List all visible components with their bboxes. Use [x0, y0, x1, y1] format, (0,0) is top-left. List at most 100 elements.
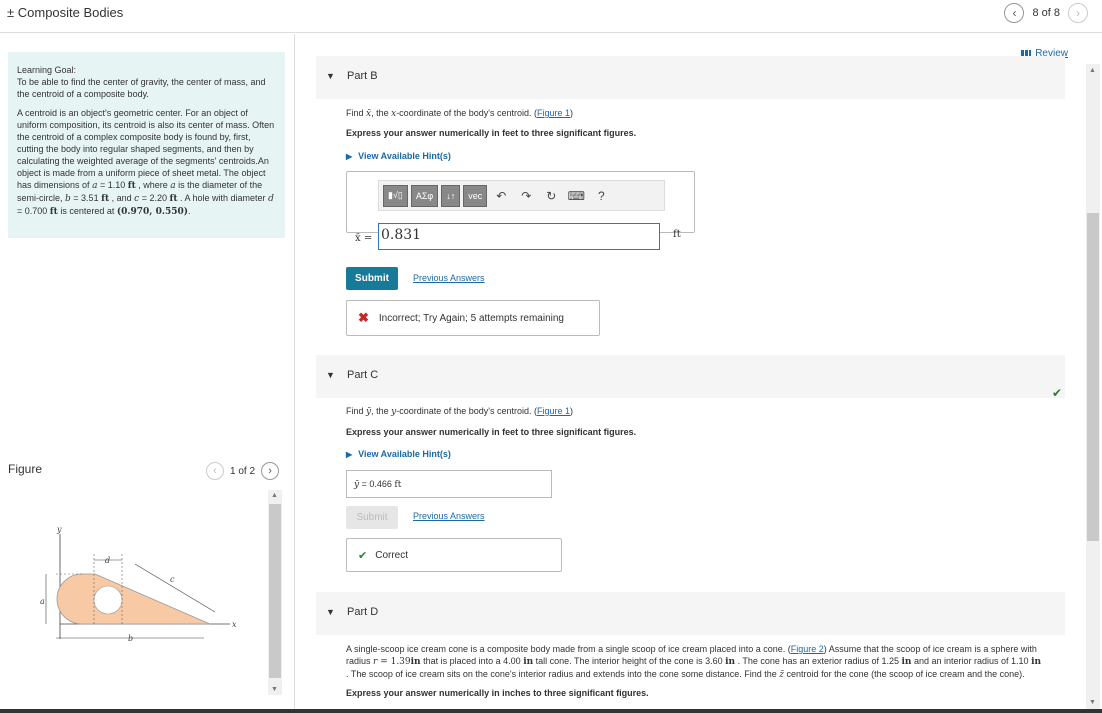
feedback-text: Incorrect; Try Again; 5 attempts remaini… — [378, 312, 564, 324]
learning-goal-text: Learning Goal: To be able to find the ce… — [17, 64, 276, 100]
part-c-hint-toggle[interactable]: ▶ View Available Hint(s) — [346, 449, 451, 459]
collapse-icon: ▼ — [326, 370, 335, 380]
greek-symbols-button[interactable]: ΑΣφ — [410, 184, 439, 207]
part-d-header[interactable]: ▼ Part D — [316, 592, 1065, 635]
text-where: , where — [135, 180, 171, 190]
part-d-instructions: Express your answer numerically in inche… — [346, 688, 649, 698]
figure-page-indicator: 1 of 2 — [230, 465, 256, 477]
answer-label: x̄ = — [355, 233, 373, 244]
next-figure-button[interactable]: › — [261, 462, 280, 480]
b-value: = 3.51 — [70, 193, 102, 203]
expand-arrow-icon: ▶ — [346, 450, 353, 459]
part-b-hint-toggle[interactable]: ▶ View Available Hint(s) — [346, 151, 451, 161]
feedback-correct: ✔ Correct — [346, 538, 562, 572]
reset-icon[interactable]: ↻ — [540, 185, 562, 207]
answer-input[interactable]: 0.831 — [378, 223, 660, 250]
prev-figure-button[interactable]: ‹ — [206, 462, 224, 480]
keyboard-icon[interactable]: ⌨ — [565, 185, 587, 207]
figure-label: Figure — [8, 462, 43, 476]
prev-item-button[interactable]: ‹ — [1004, 3, 1025, 23]
figure-image: y x d a c b — [20, 524, 260, 654]
text-centered: is centered at — [57, 206, 115, 216]
expand-arrow-icon: ▶ — [346, 152, 353, 161]
scroll-down-icon[interactable]: ▼ — [1089, 699, 1096, 706]
equation-toolbar: ▮√▯ ΑΣφ ↓↑ vec ↶ ↷ ↻ ⌨ ? — [378, 180, 665, 211]
correct-check-icon: ✔ — [358, 549, 368, 562]
d-value: = 0.700 — [17, 206, 50, 216]
figure-scroll-thumb[interactable] — [269, 504, 281, 678]
figure-1-link[interactable]: Figure 1 — [537, 108, 570, 118]
answer-value: = 0.466 — [359, 479, 395, 489]
feedback-text: Correct — [375, 549, 409, 561]
previous-answers-link[interactable]: Previous Answers — [413, 511, 485, 521]
hole-circle — [93, 585, 123, 615]
hint-label: View Available Hint(s) — [358, 449, 451, 459]
complete-check-icon: ✔ — [1051, 386, 1062, 400]
help-icon[interactable]: ? — [590, 185, 612, 207]
page-title: ± Composite Bodies — [7, 5, 124, 20]
unit-ft: ft — [127, 181, 136, 191]
figure-1-link[interactable]: Figure 1 — [537, 406, 570, 416]
text-and: , and — [109, 193, 135, 203]
left-panel: Learning Goal: To be able to find the ce… — [0, 34, 295, 709]
answer-unit: ft — [394, 480, 402, 490]
answer-unit: ft — [673, 229, 681, 240]
y-axis-label: y — [56, 525, 62, 534]
var-d: d — [268, 194, 274, 204]
part-c-instructions: Express your answer numerically in feet … — [346, 427, 637, 437]
template-button[interactable]: ▮√▯ — [383, 184, 408, 207]
equation-editor: ▮√▯ ΑΣφ ↓↑ vec ↶ ↷ ↻ ⌨ ? x̄ = 0.831 ft — [346, 171, 695, 250]
submit-button[interactable]: Submit — [346, 267, 398, 290]
part-d-question: A single-scoop ice cream cone is a compo… — [346, 643, 1046, 699]
part-c-question: Find ȳ, the y-coordinate of the body's c… — [346, 406, 574, 417]
text-hole: . A hole with diameter — [177, 193, 269, 203]
scroll-up-icon[interactable]: ▲ — [271, 492, 278, 499]
arrows-button[interactable]: ↓↑ — [441, 184, 461, 207]
part-b-header[interactable]: ▼ Part B — [316, 56, 1065, 99]
figure-2-link[interactable]: Figure 2 — [791, 644, 824, 654]
page-indicator: 8 of 8 — [1032, 7, 1060, 19]
collapse-icon: ▼ — [326, 71, 335, 81]
c-value: = 2.20 — [139, 193, 170, 203]
x-axis-label: x — [232, 620, 237, 629]
dim-a-label: a — [40, 597, 45, 606]
collapse-icon: ▼ — [326, 607, 335, 617]
part-b-instructions: Express your answer numerically in feet … — [346, 128, 637, 138]
learning-goal-box: Learning Goal: To be able to find the ce… — [8, 52, 285, 238]
text-period: . — [188, 206, 191, 216]
scroll-up-icon[interactable]: ▲ — [1089, 67, 1096, 74]
unit-ft: ft — [101, 194, 110, 204]
problem-description: A centroid is an object's geometric cent… — [17, 107, 276, 218]
redo-icon[interactable]: ↷ — [515, 185, 537, 207]
next-item-button[interactable]: › — [1068, 3, 1088, 23]
incorrect-icon: ✖ — [358, 310, 369, 325]
problem-text: A centroid is an object's geometric cent… — [17, 108, 275, 190]
main-panel: Review ▼ Part B Find x̄, the x-coordinat… — [296, 34, 1086, 709]
hint-label: View Available Hint(s) — [358, 151, 451, 161]
dim-d-label: d — [105, 556, 110, 565]
scroll-down-icon[interactable]: ▼ — [271, 686, 278, 693]
page-scroll-thumb[interactable] — [1087, 213, 1099, 541]
page-scrollbar[interactable]: ▲ ▼ — [1086, 64, 1100, 709]
learning-goal-body: To be able to find the center of gravity… — [17, 77, 266, 99]
vector-button[interactable]: vec — [463, 184, 488, 207]
composite-body-diagram: y x d a c b — [40, 525, 237, 643]
part-b-question: Find x̄, the x-coordinate of the body's … — [346, 108, 574, 119]
submit-button-disabled: Submit — [346, 506, 398, 529]
previous-answers-link[interactable]: Previous Answers — [413, 273, 485, 283]
part-c-header[interactable]: ▼ Part C — [316, 355, 1065, 398]
feedback-incorrect: ✖ Incorrect; Try Again; 5 attempts remai… — [346, 300, 600, 336]
figure-pager: ‹ 1 of 2 › — [206, 462, 280, 480]
unit-ft: ft — [49, 207, 58, 217]
sheet-metal-body — [56, 573, 211, 625]
unit-ft: ft — [169, 194, 178, 204]
undo-icon[interactable]: ↶ — [490, 185, 512, 207]
item-pager: ‹ 8 of 8 › — [1004, 3, 1088, 23]
part-c-label: Part C — [347, 369, 379, 381]
learning-goal-heading: Learning Goal: — [17, 65, 77, 75]
bottom-edge — [0, 709, 1102, 713]
dim-c-label: c — [170, 575, 175, 584]
submitted-answer: ȳ = 0.466 ft — [346, 470, 552, 498]
figure-scrollbar[interactable]: ▲ ▼ — [268, 490, 282, 695]
dim-b-label: b — [128, 634, 133, 643]
